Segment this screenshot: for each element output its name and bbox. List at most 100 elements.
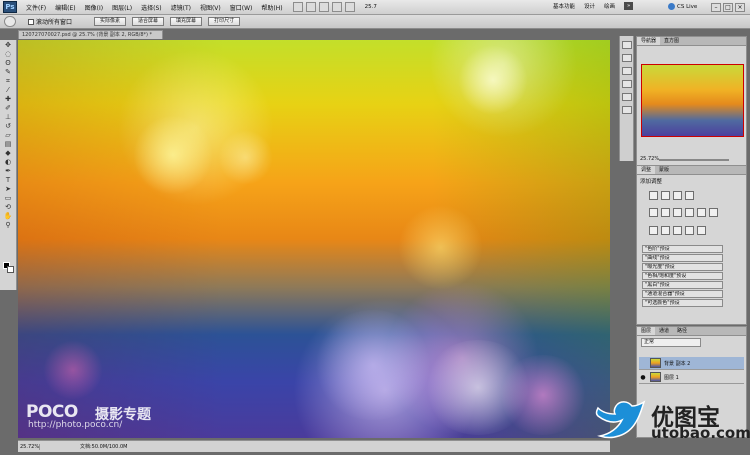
posterize-icon[interactable] bbox=[661, 226, 670, 235]
layer-row[interactable]: ● 图层 1 bbox=[639, 371, 744, 384]
document-tab[interactable]: 120727070027.psd @ 25.7% (背景 副本 2, RGB/8… bbox=[18, 30, 163, 39]
path-select-tool-icon[interactable]: ➤ bbox=[2, 185, 14, 193]
threshold-icon[interactable] bbox=[673, 226, 682, 235]
visibility-eye-icon[interactable]: ● bbox=[639, 374, 647, 381]
grid-icon[interactable] bbox=[318, 2, 329, 12]
menu-help[interactable]: 帮助(H) bbox=[261, 3, 282, 12]
blur-tool-icon[interactable]: ◆ bbox=[2, 149, 14, 157]
close-button[interactable]: × bbox=[735, 3, 745, 12]
gradient-tool-icon[interactable]: ▤ bbox=[2, 140, 14, 148]
tab-masks[interactable]: 蒙版 bbox=[655, 166, 673, 174]
maximize-button[interactable]: □ bbox=[723, 3, 733, 12]
hand-tool-icon[interactable]: ✋ bbox=[2, 212, 14, 220]
curves-icon[interactable] bbox=[673, 191, 682, 200]
actual-pixels-button[interactable]: 实际像素 bbox=[94, 17, 127, 26]
clone-source-panel-icon[interactable] bbox=[622, 80, 632, 88]
tab-navigator[interactable]: 导航器 bbox=[637, 37, 661, 45]
preset-exposure[interactable]: "曝光度"预设 bbox=[642, 263, 723, 271]
layer-name: 背景 副本 2 bbox=[664, 360, 691, 367]
channel-mixer-icon[interactable] bbox=[709, 208, 718, 217]
minimize-button[interactable]: – bbox=[711, 3, 721, 12]
hand-icon[interactable] bbox=[331, 2, 342, 12]
scroll-all-windows-checkbox[interactable] bbox=[28, 18, 34, 25]
history-brush-tool-icon[interactable]: ↺ bbox=[2, 122, 14, 130]
paragraph-panel-icon[interactable] bbox=[622, 106, 632, 114]
menu-window[interactable]: 窗口(W) bbox=[230, 3, 253, 12]
healing-tool-icon[interactable]: ✚ bbox=[2, 95, 14, 103]
blend-mode-select[interactable]: 正常 bbox=[641, 338, 701, 347]
tab-paths[interactable]: 路径 bbox=[673, 327, 691, 335]
tab-histogram[interactable]: 直方图 bbox=[660, 37, 683, 45]
tab-channels[interactable]: 通道 bbox=[655, 327, 673, 335]
menu-image[interactable]: 图像(I) bbox=[85, 3, 103, 12]
preset-selective-color[interactable]: "可选颜色"预设 bbox=[642, 299, 723, 307]
hue-saturation-icon[interactable] bbox=[661, 208, 670, 217]
brush-panel-icon[interactable] bbox=[622, 67, 632, 75]
history-panel-icon[interactable] bbox=[622, 41, 632, 49]
menu-filter[interactable]: 滤镜(T) bbox=[171, 3, 191, 12]
preset-levels[interactable]: "色阶"预设 bbox=[642, 245, 723, 253]
navigator-thumbnail[interactable] bbox=[641, 64, 744, 137]
vibrance-icon[interactable] bbox=[649, 208, 658, 217]
eyedropper-tool-icon[interactable]: ⁄ bbox=[2, 86, 14, 94]
tab-adjustments[interactable]: 调整 bbox=[637, 166, 656, 174]
pen-tool-icon[interactable]: ✒ bbox=[2, 167, 14, 175]
status-zoom[interactable]: 25.72% bbox=[18, 443, 40, 450]
menu-view[interactable]: 视图(V) bbox=[200, 3, 221, 12]
document-canvas[interactable] bbox=[18, 40, 610, 438]
zoom-tool-icon[interactable]: ⚲ bbox=[2, 221, 14, 229]
dodge-tool-icon[interactable]: ◐ bbox=[2, 158, 14, 166]
layer-row[interactable]: 背景 副本 2 bbox=[639, 357, 744, 370]
navigator-zoom[interactable]: 25.72% bbox=[640, 156, 659, 162]
preset-curves[interactable]: "曲线"预设 bbox=[642, 254, 723, 262]
preset-hue-saturation[interactable]: "色相/饱和度"预设 bbox=[642, 272, 723, 280]
menu-file[interactable]: 文件(F) bbox=[26, 3, 46, 12]
navigator-zoom-slider[interactable] bbox=[659, 159, 729, 161]
gradient-map-icon[interactable] bbox=[685, 226, 694, 235]
marquee-tool-icon[interactable]: ◌ bbox=[2, 50, 14, 58]
bokeh-light bbox=[498, 355, 588, 435]
zoom-level[interactable]: 25.7 bbox=[365, 4, 377, 10]
menu-edit[interactable]: 编辑(E) bbox=[55, 3, 75, 12]
minibridge-icon[interactable] bbox=[305, 2, 316, 12]
workspace-essentials[interactable]: 基本功能 bbox=[553, 2, 575, 10]
color-balance-icon[interactable] bbox=[673, 208, 682, 217]
black-white-icon[interactable] bbox=[685, 208, 694, 217]
tab-layers[interactable]: 图层 bbox=[637, 327, 656, 335]
levels-icon[interactable] bbox=[661, 191, 670, 200]
preset-black-white[interactable]: "黑白"预设 bbox=[642, 281, 723, 289]
move-tool-icon[interactable]: ✥ bbox=[2, 41, 14, 49]
fill-screen-button[interactable]: 填充屏幕 bbox=[170, 17, 203, 26]
photoshop-logo: Ps bbox=[3, 1, 17, 13]
fit-screen-button[interactable]: 适合屏幕 bbox=[132, 17, 165, 26]
type-tool-icon[interactable]: T bbox=[2, 176, 14, 184]
lasso-tool-icon[interactable]: ʘ bbox=[2, 59, 14, 67]
bridge-icon[interactable] bbox=[292, 2, 303, 12]
selective-color-icon[interactable] bbox=[697, 226, 706, 235]
brightness-icon[interactable] bbox=[649, 191, 658, 200]
cs-live[interactable]: CS Live bbox=[668, 3, 697, 10]
stamp-tool-icon[interactable]: ⊥ bbox=[2, 113, 14, 121]
invert-icon[interactable] bbox=[649, 226, 658, 235]
eraser-tool-icon[interactable]: ▱ bbox=[2, 131, 14, 139]
menu-layer[interactable]: 图层(L) bbox=[112, 3, 132, 12]
menu-select[interactable]: 选择(S) bbox=[141, 3, 162, 12]
brush-tool-icon[interactable]: ✐ bbox=[2, 104, 14, 112]
background-color-swatch[interactable] bbox=[7, 266, 14, 273]
exposure-icon[interactable] bbox=[685, 191, 694, 200]
preset-channel-mixer[interactable]: "通道混合器"预设 bbox=[642, 290, 723, 298]
print-size-button[interactable]: 打印尺寸 bbox=[208, 17, 241, 26]
zoom-icon[interactable] bbox=[344, 2, 355, 12]
collapsed-panel-dock bbox=[619, 36, 634, 161]
character-panel-icon[interactable] bbox=[622, 93, 632, 101]
hand-tool-icon[interactable] bbox=[4, 16, 16, 27]
actions-panel-icon[interactable] bbox=[622, 54, 632, 62]
workspace-design[interactable]: 设计 bbox=[584, 2, 595, 10]
quick-select-tool-icon[interactable]: ✎ bbox=[2, 68, 14, 76]
workspace-painting[interactable]: 绘画 bbox=[604, 2, 615, 10]
photo-filter-icon[interactable] bbox=[697, 208, 706, 217]
workspace-more[interactable]: » bbox=[624, 2, 634, 10]
3d-rotate-tool-icon[interactable]: ⟲ bbox=[2, 203, 14, 211]
crop-tool-icon[interactable]: ⌗ bbox=[2, 77, 14, 85]
shape-tool-icon[interactable]: ▭ bbox=[2, 194, 14, 202]
